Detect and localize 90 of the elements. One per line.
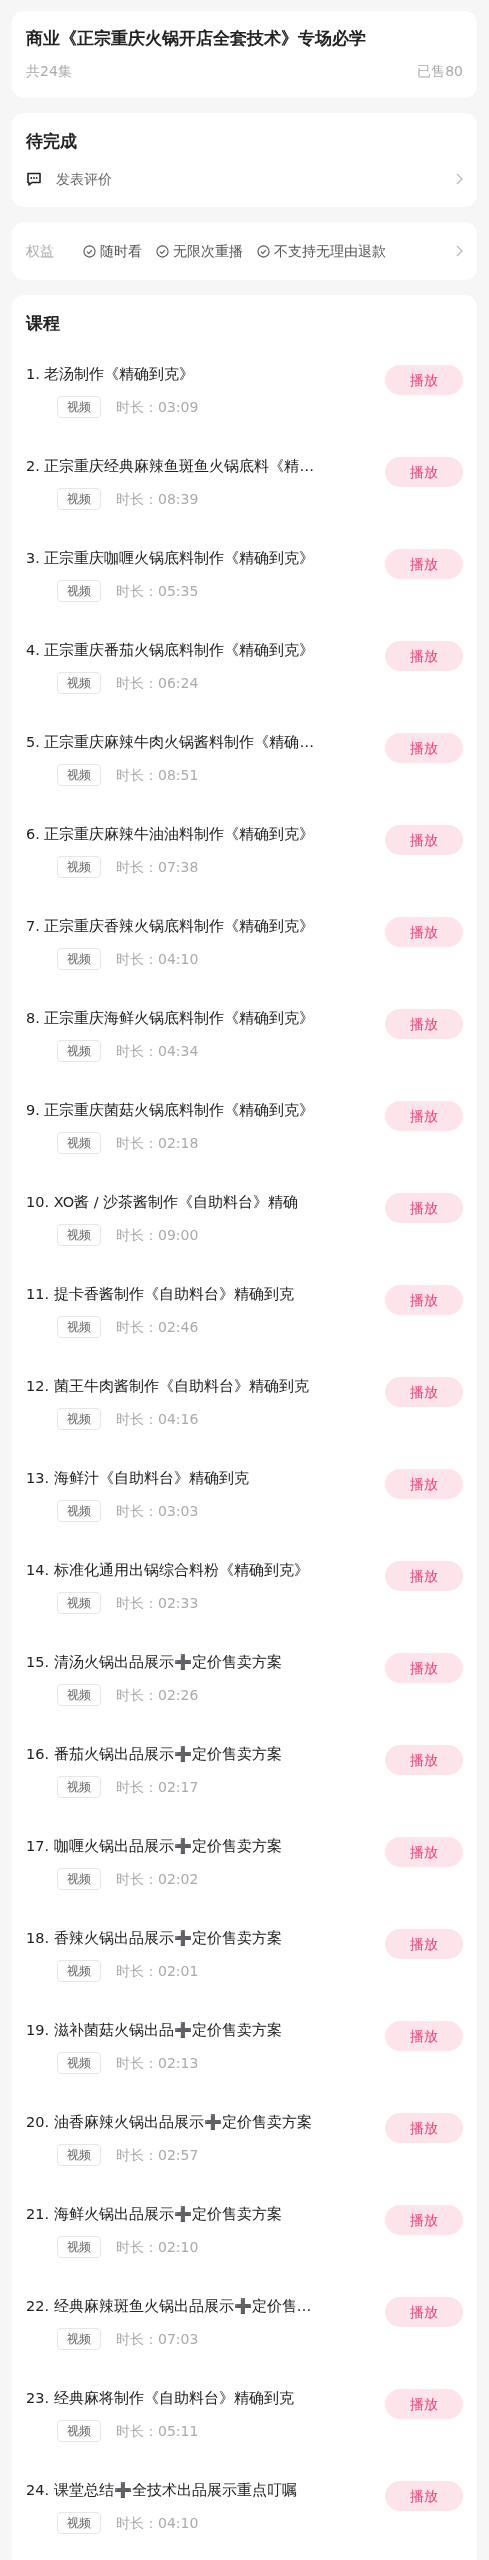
video-tag: 视频 <box>57 1224 101 1246</box>
review-label: 发表评价 <box>56 169 113 189</box>
lesson-title[interactable]: 19. 滋补菌菇火锅出品➕定价售卖方案 <box>26 2020 282 2042</box>
video-tag: 视频 <box>57 1500 101 1522</box>
lesson-title[interactable]: 14. 标准化通用出锅综合料粉《精确到克》 <box>26 1560 309 1582</box>
video-tag: 视频 <box>57 2052 101 2074</box>
benefit-label: 不支持无理由退款 <box>274 241 386 261</box>
duration-label: 时长：02:46 <box>116 1317 199 1337</box>
section-heading: 课程 <box>26 312 61 335</box>
lesson-title[interactable]: 16. 番茄火锅出品展示➕定价售卖方案 <box>26 1744 282 1766</box>
chat-icon <box>26 171 42 187</box>
lesson-title[interactable]: 6. 正宗重庆麻辣牛油油料制作《精确到克》 <box>26 824 315 846</box>
duration-label: 时长：02:57 <box>116 2145 199 2165</box>
lesson-title[interactable]: 4. 正宗重庆番茄火锅底料制作《精确到克》 <box>26 640 315 662</box>
lesson-title[interactable]: 5. 正宗重庆麻辣牛肉火锅酱料制作《精确… <box>26 732 314 754</box>
chevron-right-icon <box>455 245 463 257</box>
duration-label: 时长：02:26 <box>116 1685 199 1705</box>
duration-label: 时长：02:33 <box>116 1593 199 1613</box>
video-tag: 视频 <box>57 948 101 970</box>
duration-label: 时长：02:02 <box>116 1869 199 1889</box>
lesson-title[interactable]: 8. 正宗重庆海鲜火锅底料制作《精确到克》 <box>26 1008 315 1030</box>
section-heading: 待完成 <box>26 130 78 153</box>
video-tag: 视频 <box>57 2144 101 2166</box>
lesson-title[interactable]: 15. 清汤火锅出品展示➕定价售卖方案 <box>26 1652 282 1674</box>
lesson-title[interactable]: 22. 经典麻辣斑鱼火锅出品展示➕定价售… <box>26 2296 312 2318</box>
check-circle-icon <box>156 244 169 258</box>
duration-label: 时长：04:10 <box>116 949 199 969</box>
check-circle-icon <box>257 244 270 258</box>
video-tag: 视频 <box>57 2236 101 2258</box>
video-tag: 视频 <box>57 1040 101 1062</box>
duration-label: 时长：04:16 <box>116 1409 199 1429</box>
lesson-title[interactable]: 24. 课堂总结➕全技术出品展示重点叮嘱 <box>26 2480 297 2502</box>
sold-count: 已售80 <box>417 62 463 81</box>
duration-label: 时长：03:09 <box>116 397 199 417</box>
video-tag: 视频 <box>57 396 101 418</box>
lesson-title[interactable]: 20. 油香麻辣火锅出品展示➕定价售卖方案 <box>26 2112 312 2134</box>
video-tag: 视频 <box>57 1776 101 1798</box>
check-circle-icon <box>83 244 96 258</box>
video-tag: 视频 <box>57 580 101 602</box>
lesson-title[interactable]: 21. 海鲜火锅出品展示➕定价售卖方案 <box>26 2204 282 2226</box>
video-tag: 视频 <box>57 856 101 878</box>
duration-label: 时长：02:17 <box>116 1777 199 1797</box>
video-tag: 视频 <box>57 1316 101 1338</box>
duration-label: 时长：09:00 <box>116 1225 199 1245</box>
video-tag: 视频 <box>57 2420 101 2442</box>
benefits-card[interactable]: 权益 随时看 无限次重播 不支持无理由退款 <box>12 222 477 280</box>
episode-count: 共24集 <box>26 62 72 81</box>
video-tag: 视频 <box>57 2512 101 2534</box>
duration-label: 时长：04:10 <box>116 2513 199 2533</box>
video-tag: 视频 <box>57 1960 101 1982</box>
course-title: 商业《正宗重庆火锅开店全套技术》专场必学 <box>26 27 367 50</box>
duration-label: 时长：03:03 <box>116 1501 199 1521</box>
duration-label: 时长：07:03 <box>116 2329 199 2349</box>
duration-label: 时长：08:51 <box>116 765 199 785</box>
lesson-title[interactable]: 10. XO酱 / 沙茶酱制作《自助料台》精确 <box>26 1192 299 1214</box>
video-tag: 视频 <box>57 764 101 786</box>
duration-label: 时长：02:01 <box>116 1961 199 1981</box>
lesson-title[interactable]: 1. 老汤制作《精确到克》 <box>26 364 195 386</box>
duration-label: 时长：04:34 <box>116 1041 199 1061</box>
duration-label: 时长：02:13 <box>116 2053 199 2073</box>
lesson-title[interactable]: 2. 正宗重庆经典麻辣鱼斑鱼火锅底料《精… <box>26 456 314 478</box>
video-tag: 视频 <box>57 488 101 510</box>
lesson-title[interactable]: 23. 经典麻将制作《自助料台》精确到克 <box>26 2388 294 2410</box>
lesson-title[interactable]: 17. 咖喱火锅出品展示➕定价售卖方案 <box>26 1836 282 1858</box>
duration-label: 时长：08:39 <box>116 489 199 509</box>
video-tag: 视频 <box>57 2328 101 2350</box>
video-tag: 视频 <box>57 1684 101 1706</box>
benefit-label: 随时看 <box>100 241 142 261</box>
review-row[interactable]: 发表评价 <box>26 167 463 191</box>
duration-label: 时长：07:38 <box>116 857 199 877</box>
duration-label: 时长：05:11 <box>116 2421 199 2441</box>
lesson-title[interactable]: 3. 正宗重庆咖喱火锅底料制作《精确到克》 <box>26 548 315 570</box>
video-tag: 视频 <box>57 1132 101 1154</box>
duration-label: 时长：06:24 <box>116 673 199 693</box>
lesson-title[interactable]: 7. 正宗重庆香辣火锅底料制作《精确到克》 <box>26 916 315 938</box>
video-tag: 视频 <box>57 1592 101 1614</box>
duration-label: 时长：02:18 <box>116 1133 199 1153</box>
lesson-title[interactable]: 12. 菌王牛肉酱制作《自助料台》精确到克 <box>26 1376 309 1398</box>
video-tag: 视频 <box>57 1868 101 1890</box>
duration-label: 时长：02:10 <box>116 2237 199 2257</box>
benefit-label: 无限次重播 <box>173 241 243 261</box>
duration-label: 时长：05:35 <box>116 581 199 601</box>
lesson-title[interactable]: 11. 提卡香酱制作《自助料台》精确到克 <box>26 1284 294 1306</box>
lesson-title[interactable]: 13. 海鲜汁《自助料台》精确到克 <box>26 1468 249 1490</box>
video-tag: 视频 <box>57 1408 101 1430</box>
lesson-title[interactable]: 9. 正宗重庆菌菇火锅底料制作《精确到克》 <box>26 1100 315 1122</box>
chevron-right-icon <box>455 173 463 185</box>
lesson-title[interactable]: 18. 香辣火锅出品展示➕定价售卖方案 <box>26 1928 282 1950</box>
video-tag: 视频 <box>57 672 101 694</box>
benefits-label: 权益 <box>26 241 55 261</box>
